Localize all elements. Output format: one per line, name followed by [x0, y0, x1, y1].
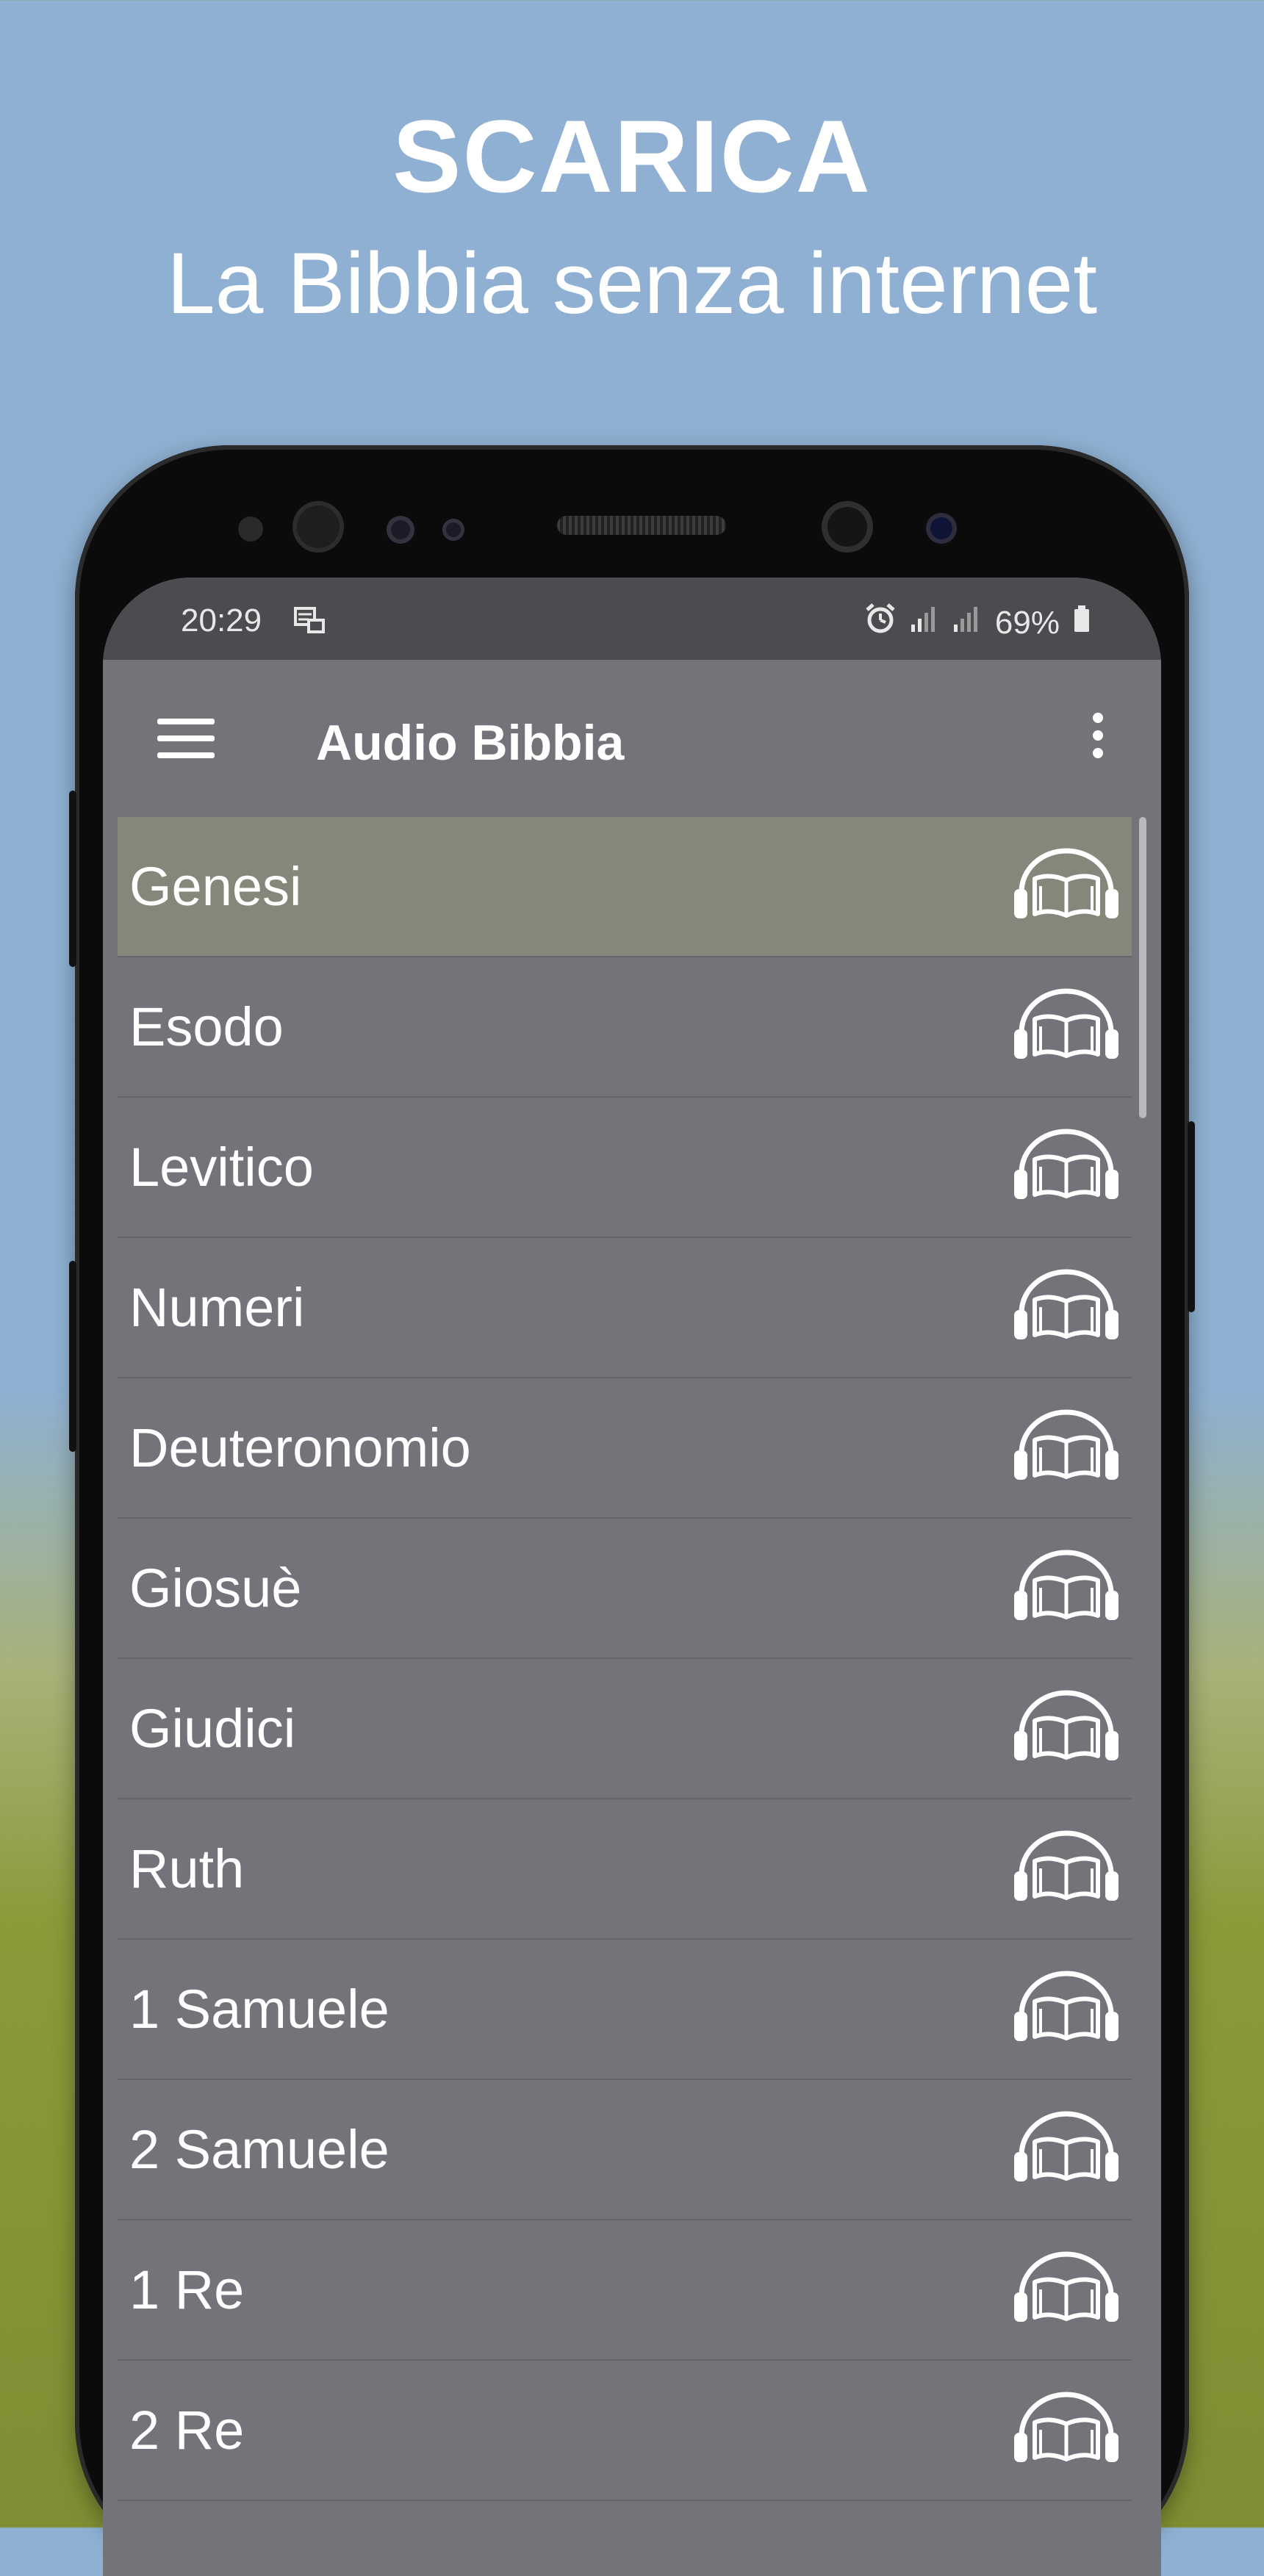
- signal-icon: [910, 604, 939, 641]
- book-title: Ruth: [129, 1838, 245, 1899]
- power-button: [1188, 1121, 1195, 1312]
- battery-percent: 69%: [994, 604, 1060, 641]
- headphones-book-icon[interactable]: [1011, 2247, 1121, 2328]
- list-scrollbar[interactable]: [1139, 817, 1146, 1118]
- headphones-book-icon[interactable]: [1011, 1405, 1121, 1486]
- proximity-sensor: [238, 517, 263, 542]
- status-time: 20:29: [181, 602, 262, 638]
- storage-sync-icon: [292, 605, 326, 643]
- iris-camera: [926, 513, 957, 544]
- list-item[interactable]: Levitico: [118, 1098, 1132, 1238]
- iris-sensor: [292, 501, 344, 553]
- book-list: Genesi Esodo Levitico Numeri Deuteronomi…: [118, 817, 1132, 2501]
- book-title: 1 Samuele: [129, 1979, 389, 2040]
- headphones-book-icon[interactable]: [1011, 843, 1121, 924]
- book-title: 1 Re: [129, 2259, 245, 2320]
- promo-subtitle: La Bibbia senza internet: [166, 235, 1098, 332]
- list-item[interactable]: Genesi: [118, 817, 1132, 957]
- headphones-book-icon[interactable]: [1011, 2387, 1121, 2468]
- volume-button: [69, 791, 76, 967]
- book-title: Esodo: [129, 996, 284, 1057]
- list-item[interactable]: Ruth: [118, 1799, 1132, 1940]
- list-item[interactable]: Giosuè: [118, 1519, 1132, 1659]
- list-item[interactable]: Numeri: [118, 1238, 1132, 1378]
- list-item[interactable]: 1 Samuele: [118, 1940, 1132, 2080]
- book-title: Giudici: [129, 1698, 296, 1759]
- phone-screen: 20:29 69% Audio Bibbia Genesi Esodo Levi…: [103, 578, 1161, 2576]
- sensor: [442, 519, 464, 541]
- signal-icon: [952, 604, 982, 641]
- status-right-group: 69%: [864, 602, 1091, 643]
- app-title: Audio Bibbia: [316, 715, 625, 771]
- phone-frame: 20:29 69% Audio Bibbia Genesi Esodo Levi…: [69, 445, 1195, 2576]
- list-item[interactable]: Giudici: [118, 1659, 1132, 1799]
- front-camera: [822, 501, 873, 553]
- status-bar: 20:29 69%: [103, 578, 1161, 660]
- headphones-book-icon[interactable]: [1011, 1264, 1121, 1345]
- promo-title: SCARICA: [392, 98, 872, 214]
- app-bar: Audio Bibbia: [103, 660, 1161, 817]
- book-title: Genesi: [129, 856, 302, 917]
- headphones-book-icon[interactable]: [1011, 1685, 1121, 1766]
- headphones-book-icon[interactable]: [1011, 2107, 1121, 2187]
- list-item[interactable]: 1 Re: [118, 2220, 1132, 2361]
- book-title: Giosuè: [129, 1558, 302, 1619]
- book-title: Levitico: [129, 1137, 314, 1198]
- alarm-icon: [864, 602, 897, 643]
- list-item[interactable]: 2 Samuele: [118, 2080, 1132, 2220]
- book-title: Deuteronomio: [129, 1417, 471, 1478]
- headphones-book-icon[interactable]: [1011, 1826, 1121, 1907]
- headphones-book-icon[interactable]: [1011, 1545, 1121, 1626]
- bixby-button: [69, 1261, 76, 1452]
- phone-top-bezel: [75, 445, 1189, 585]
- headphones-book-icon[interactable]: [1011, 984, 1121, 1065]
- headphones-book-icon[interactable]: [1011, 1966, 1121, 2047]
- headphones-book-icon[interactable]: [1011, 1124, 1121, 1205]
- sensor: [387, 516, 414, 544]
- list-item[interactable]: Deuteronomio: [118, 1378, 1132, 1519]
- book-title: 2 Samuele: [129, 2119, 389, 2180]
- book-title: 2 Re: [129, 2400, 245, 2461]
- list-item[interactable]: 2 Re: [118, 2361, 1132, 2501]
- list-item[interactable]: Esodo: [118, 957, 1132, 1098]
- menu-icon[interactable]: [157, 719, 215, 758]
- earpiece-speaker: [557, 516, 726, 535]
- more-vert-icon[interactable]: [1091, 713, 1105, 764]
- book-title: Numeri: [129, 1277, 305, 1338]
- battery-icon: [1073, 604, 1091, 641]
